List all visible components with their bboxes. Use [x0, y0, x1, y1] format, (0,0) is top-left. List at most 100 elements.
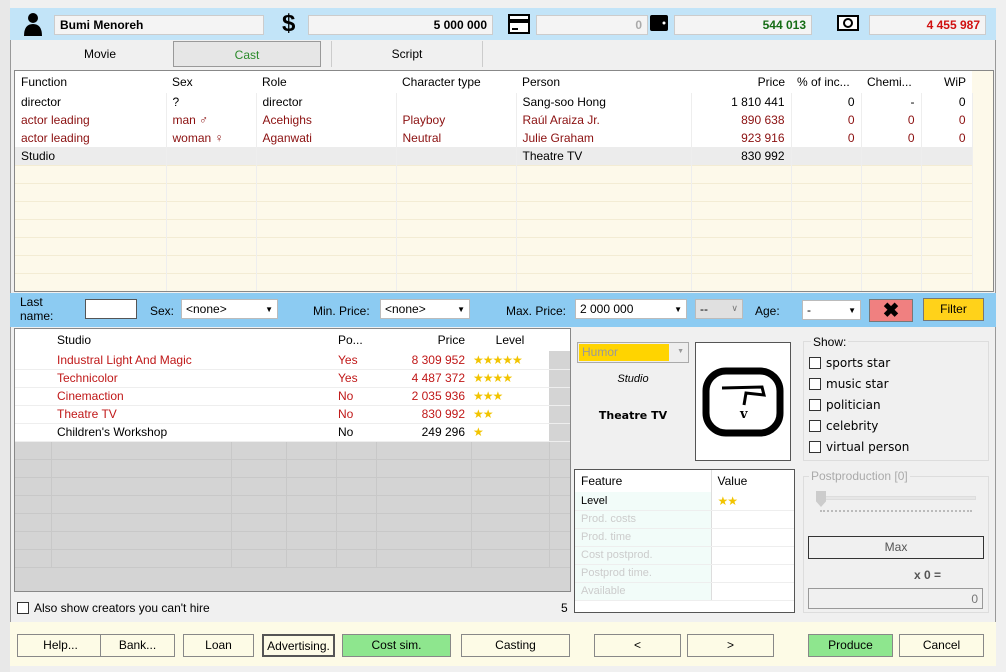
cost-sim-button[interactable]: Cost sim.	[342, 634, 451, 657]
studio-price: 8 309 952	[376, 351, 471, 370]
option-label: sports star	[826, 356, 891, 370]
cell: 890 638	[691, 111, 792, 129]
cancel-button[interactable]: Cancel	[899, 634, 984, 657]
tab-cast[interactable]: Cast	[173, 41, 321, 67]
dropdown-arrow-icon: ▼	[265, 305, 273, 314]
age-select[interactable]: - ▼	[802, 300, 861, 320]
feature-name: Cost postprod.	[575, 546, 711, 565]
studio-row[interactable]: Children's Workshop No 249 296 ★	[15, 423, 570, 442]
previous-button[interactable]: <	[594, 634, 681, 657]
col-chemistry[interactable]: Chemi...	[861, 71, 921, 93]
chevron-down-icon: ∨	[731, 303, 738, 313]
feature-row: Cost postprod.	[575, 546, 794, 565]
col-sex[interactable]: Sex	[166, 71, 256, 93]
postproduction-slider-track[interactable]	[818, 496, 976, 500]
advertising-button[interactable]: Advertising.	[262, 634, 335, 657]
sex-value: <none>	[186, 302, 227, 316]
show-option-sports-star[interactable]: sports star	[809, 356, 909, 377]
produce-button[interactable]: Produce	[808, 634, 893, 657]
col-wip[interactable]: WiP	[921, 71, 972, 93]
also-show-checkbox[interactable]: Also show creators you can't hire	[17, 601, 210, 615]
clear-filter-button[interactable]: ✖	[869, 299, 913, 322]
max-button[interactable]: Max	[808, 536, 984, 559]
feature-table: Feature Value Level ★★ Prod. costs Prod. tim…	[574, 469, 795, 613]
col-character-type[interactable]: Character type	[396, 71, 516, 93]
player-name-field: Bumi Menoreh	[54, 15, 264, 35]
cell	[396, 147, 517, 165]
feature-row: Available	[575, 582, 794, 601]
bank-button[interactable]: Bank...	[100, 634, 175, 657]
empty-row	[15, 254, 973, 273]
dropdown-arrow-icon: ▼	[848, 306, 856, 315]
studio-name: Children's Workshop	[51, 423, 231, 442]
empty-row	[15, 164, 973, 183]
star-rating-icon: ★★★★	[471, 369, 549, 388]
show-option-celebrity[interactable]: celebrity	[809, 419, 909, 440]
cell: 0	[921, 111, 973, 129]
dollar-icon: $	[282, 10, 296, 37]
col-role[interactable]: Role	[256, 71, 396, 93]
table-row[interactable]: director? director Sang-soo Hong 1 810 441 0…	[15, 93, 973, 111]
col-price[interactable]: Price	[691, 71, 791, 93]
x-icon: ✖	[882, 300, 900, 322]
show-option-music-star[interactable]: music star	[809, 377, 909, 398]
col-percent-income[interactable]: % of inc...	[791, 71, 861, 93]
col-studio[interactable]: Studio	[51, 329, 231, 351]
checkbox[interactable]	[809, 357, 821, 369]
cell: -	[861, 93, 922, 111]
table-row[interactable]: actor leading woman ♀ Aganwati Neutral Julie…	[15, 129, 973, 147]
sex-select[interactable]: <none> ▼	[181, 299, 278, 319]
filter-button[interactable]: Filter	[923, 298, 984, 321]
studio-row[interactable]: Theatre TV No 830 992 ★★	[15, 405, 570, 424]
checkbox[interactable]	[809, 441, 821, 453]
studio-name: Theatre TV	[51, 405, 231, 424]
checkbox[interactable]	[809, 399, 821, 411]
col-level[interactable]: Level	[471, 329, 549, 351]
min-price-select[interactable]: <none> ▼	[380, 299, 470, 319]
last-name-input[interactable]	[85, 299, 137, 319]
empty-row	[15, 441, 570, 460]
tab-movie[interactable]: Movie	[24, 41, 176, 67]
col-person[interactable]: Person	[516, 71, 691, 93]
cell	[166, 147, 257, 165]
studio-row[interactable]: Technicolor Yes 4 487 372 ★★★★	[15, 369, 570, 388]
casting-button[interactable]: Casting	[461, 634, 570, 657]
detail-type: Studio	[617, 373, 649, 385]
studio-row[interactable]: Industral Light And Magic Yes 8 309 952 ★★★…	[15, 351, 570, 370]
show-title: Show:	[811, 335, 849, 349]
help-button[interactable]: Help...	[17, 634, 104, 657]
col-function[interactable]: Function	[15, 71, 166, 93]
show-option-virtual-person[interactable]: virtual person	[809, 440, 909, 461]
credit-card-icon	[508, 14, 530, 34]
show-option-politician[interactable]: politician	[809, 398, 909, 419]
tab-script[interactable]: Script	[331, 41, 483, 67]
empty-row	[15, 549, 570, 568]
next-button[interactable]: >	[687, 634, 774, 657]
col-po[interactable]: Po...	[336, 329, 376, 351]
loan-button[interactable]: Loan	[183, 634, 254, 657]
table-row[interactable]: Studio Theatre TV 830 992	[15, 147, 973, 165]
min-price-value: <none>	[385, 302, 426, 316]
col-price[interactable]: Price	[376, 329, 471, 351]
slider-ticks	[820, 510, 972, 513]
table-row[interactable]: actor leading man ♂ Acehighs Playboy Raúl Ar…	[15, 111, 973, 129]
checkbox[interactable]	[17, 602, 29, 614]
checkbox[interactable]	[809, 378, 821, 390]
studio-list: Studio Po... Price Level Industral Light…	[14, 328, 571, 592]
max-price-select[interactable]: 2 000 000 ▼	[575, 299, 687, 319]
studio-price: 4 487 372	[376, 369, 471, 388]
genre-select[interactable]: Humor ▼	[577, 342, 689, 363]
cell: 0	[791, 93, 862, 111]
empty-row	[15, 531, 570, 550]
studio-po: No	[336, 423, 376, 442]
empty-row	[15, 495, 570, 514]
cell: director	[256, 93, 397, 111]
postproduction-slider-handle[interactable]	[816, 491, 826, 507]
cell: man ♂	[166, 111, 257, 129]
studio-row[interactable]: Cinemaction No 2 035 936 ★★★	[15, 387, 570, 406]
cell: Theatre TV	[516, 147, 692, 165]
feature-value	[710, 546, 794, 565]
star-rating-icon: ★★	[710, 492, 794, 511]
extra-select[interactable]: -- ∨	[695, 299, 743, 319]
checkbox[interactable]	[809, 420, 821, 432]
